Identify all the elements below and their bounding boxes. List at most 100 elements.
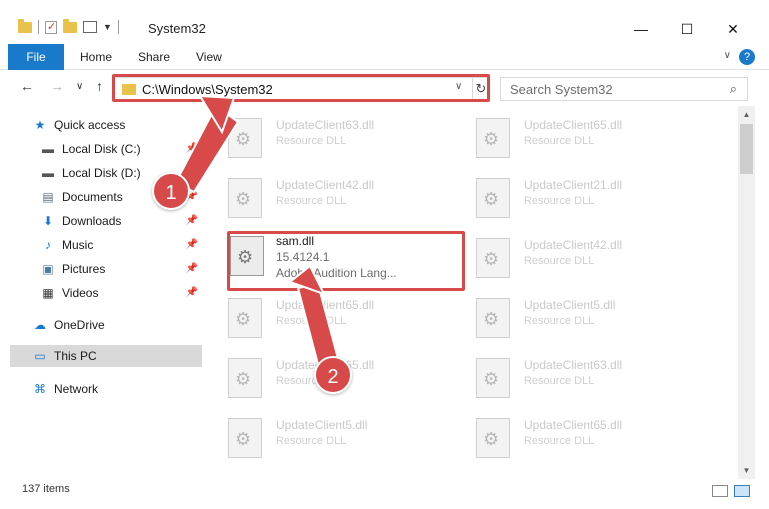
sidebar-item-label: Videos: [62, 286, 99, 300]
list-item[interactable]: UpdateClient5.dll Resource DLL: [460, 288, 700, 344]
tab-share[interactable]: Share: [138, 44, 170, 70]
file-description: Resource DLL: [524, 435, 595, 447]
file-list: UpdateClient63.dll Resource DLL UpdateCl…: [212, 106, 738, 479]
pin-icon: 📌: [185, 143, 198, 154]
dll-file-icon: [476, 298, 510, 338]
sidebar-item-label: Network: [54, 382, 99, 396]
file-description: Resource DLL: [524, 135, 595, 147]
dll-file-icon: [476, 178, 510, 218]
sidebar-item-label: Quick access: [54, 118, 126, 132]
toolbar-divider: [38, 20, 39, 34]
download-icon: ⬇: [42, 214, 54, 228]
sidebar-item-label: Pictures: [62, 262, 106, 276]
tiles-view-icon[interactable]: [734, 485, 750, 497]
status-bar: 137 items: [0, 479, 769, 509]
dll-file-icon: [476, 238, 510, 278]
navigation-pane: ★ Quick access ▬ Local Disk (C:) 📌 ▬ Loc…: [0, 112, 208, 474]
sidebar-item-pictures[interactable]: ▣ Pictures 📌: [40, 258, 202, 280]
sidebar-item-onedrive[interactable]: ☁ OneDrive: [32, 314, 202, 336]
file-description: Resource DLL: [276, 195, 347, 207]
step-badge-2: 2: [314, 356, 352, 394]
cloud-icon: ☁: [34, 318, 46, 332]
network-icon: ⌘: [34, 382, 46, 396]
file-description: Resource DLL: [524, 375, 595, 387]
sidebar-item-videos[interactable]: ▦ Videos 📌: [40, 282, 202, 304]
search-input[interactable]: [510, 79, 720, 99]
details-view-icon[interactable]: [712, 485, 728, 497]
forward-button[interactable]: →: [50, 78, 64, 94]
list-item[interactable]: UpdateClient42.dll Resource DLL: [212, 168, 452, 224]
folder-icon: [18, 18, 32, 33]
maximize-button[interactable]: ☐: [664, 14, 710, 44]
expand-ribbon-chevron-icon[interactable]: ∨: [724, 50, 731, 61]
sidebar-item-label: Documents: [62, 190, 123, 204]
list-item[interactable]: UpdateClient42.dll Resource DLL: [460, 228, 700, 284]
view-properties-icon[interactable]: [83, 21, 97, 33]
drive-icon: ▬: [42, 142, 54, 156]
tab-home[interactable]: Home: [80, 44, 112, 70]
list-item[interactable]: UpdateClient65.dll Resource DLL: [212, 288, 452, 344]
dll-file-icon: [228, 418, 262, 458]
customize-toolbar-chevron-icon[interactable]: ▼: [103, 22, 112, 32]
recent-locations-chevron-icon[interactable]: ∨: [76, 81, 83, 92]
search-icon[interactable]: ⌕: [730, 81, 737, 97]
window-title: System32: [148, 21, 206, 36]
file-name: UpdateClient5.dll: [524, 298, 616, 312]
file-highlight-box: [227, 231, 465, 291]
sidebar-item-label: Local Disk (D:): [62, 166, 141, 180]
dll-file-icon: [228, 358, 262, 398]
back-button[interactable]: ←: [20, 78, 34, 94]
scroll-thumb[interactable]: [740, 124, 753, 174]
dll-file-icon: [228, 298, 262, 338]
list-item[interactable]: UpdateClient21.dll Resource DLL: [460, 168, 700, 224]
sidebar-item-music[interactable]: ♪ Music 📌: [40, 234, 202, 256]
up-button[interactable]: ↑: [96, 78, 103, 94]
drive-icon: ▬: [42, 166, 54, 180]
dll-file-icon: [476, 358, 510, 398]
address-highlight-box: [112, 74, 490, 102]
list-item[interactable]: UpdateClient63.dll Resource DLL: [460, 348, 700, 404]
sidebar-item-label: Local Disk (C:): [62, 142, 141, 156]
search-box[interactable]: ⌕: [500, 77, 748, 101]
sidebar-item-this-pc[interactable]: ▭ This PC: [10, 345, 202, 367]
sidebar-item-local-disk-c[interactable]: ▬ Local Disk (C:) 📌: [40, 138, 202, 160]
file-name: UpdateClient5.dll: [276, 418, 368, 432]
file-description: Resource DLL: [524, 255, 595, 267]
pin-icon: 📌: [185, 287, 198, 298]
file-description: Resource DLL: [524, 315, 595, 327]
help-icon[interactable]: ?: [739, 49, 755, 65]
file-name: UpdateClient65.dll: [524, 118, 623, 132]
vertical-scrollbar[interactable]: ▲ ▼: [738, 106, 755, 479]
quick-access-toolbar: ▼: [18, 18, 119, 34]
file-description: Resource DLL: [524, 195, 595, 207]
sidebar-item-quick-access[interactable]: ★ Quick access: [32, 114, 202, 136]
step-badge-1: 1: [152, 172, 190, 210]
file-name: UpdateClient63.dll: [276, 118, 375, 132]
list-item[interactable]: UpdateClient65.dll Resource DLL: [460, 108, 700, 164]
pin-icon: 📌: [185, 239, 198, 250]
sidebar-item-label: Music: [62, 238, 94, 252]
scroll-up-arrow-icon[interactable]: ▲: [738, 106, 755, 123]
list-item[interactable]: UpdateClient63.dll Resource DLL: [212, 108, 452, 164]
dll-file-icon: [228, 178, 262, 218]
video-icon: ▦: [42, 286, 54, 300]
ribbon-tabs: File Home Share View ∨ ?: [0, 44, 769, 100]
file-description: Resource DLL: [276, 135, 347, 147]
minimize-button[interactable]: —: [618, 14, 664, 44]
toolbar-divider: [117, 20, 119, 34]
dll-file-icon: [228, 118, 262, 158]
scroll-down-arrow-icon[interactable]: ▼: [738, 462, 755, 479]
file-name: UpdateClient21.dll: [524, 178, 623, 192]
new-folder-icon[interactable]: [63, 18, 77, 33]
tab-view[interactable]: View: [196, 44, 222, 70]
pictures-icon: ▣: [42, 262, 54, 276]
sidebar-item-downloads[interactable]: ⬇ Downloads 📌: [40, 210, 202, 232]
list-item[interactable]: UpdateClient5.dll Resource DLL: [212, 408, 452, 464]
sidebar-item-network[interactable]: ⌘ Network: [32, 378, 202, 400]
sidebar-item-label: Downloads: [62, 214, 122, 228]
dll-file-icon: [476, 418, 510, 458]
properties-check-icon[interactable]: [45, 20, 57, 34]
file-name: UpdateClient63.dll: [524, 358, 623, 372]
close-button[interactable]: ✕: [710, 14, 756, 44]
list-item[interactable]: UpdateClient65.dll Resource DLL: [460, 408, 700, 464]
